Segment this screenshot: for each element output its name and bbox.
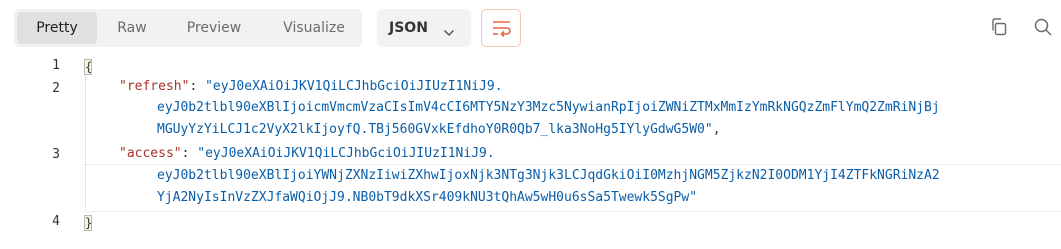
tab-visualize[interactable]: Visualize [268, 12, 360, 44]
refresh-entry: "refresh": "eyJ0eXAiOiJKV1QiLCJhbGciOiJI… [119, 77, 503, 97]
refresh-value-line: MGUyYzYiLCJ1c2VyX2lkIjoyfQ.TBj560GVxkEfd… [157, 120, 721, 140]
access-value-line: eyJ0b2tlbl90eXBlIjoiYWNjZXNzIiwiZXhwIjox… [157, 168, 940, 183]
open-brace: { [84, 59, 93, 75]
refresh-colon: : [189, 79, 206, 94]
tab-preview[interactable]: Preview [168, 12, 260, 44]
access-value-line: YjA2NyIsInVzZXJfaWQiOjJ9.NB0bT9dkXSr409k… [157, 190, 698, 205]
tab-raw[interactable]: Raw [104, 12, 160, 44]
refresh-value-end: MGUyYzYiLCJ1c2VyX2lkIjoyfQ.TBj560GVxkEfd… [157, 122, 713, 137]
search-button[interactable] [1029, 13, 1057, 41]
refresh-key: "refresh" [119, 79, 190, 94]
access-colon: : [181, 146, 198, 161]
refresh-value-line: "eyJ0eXAiOiJKV1QiLCJhbGciOiJIUzI1NiJ9. [205, 79, 503, 94]
indent-guide [85, 76, 86, 212]
view-mode-tabs: Pretty Raw Preview Visualize [14, 9, 362, 47]
line-number: 3 [52, 147, 60, 162]
tab-pretty[interactable]: Pretty [17, 12, 97, 44]
chevron-down-icon [443, 23, 455, 37]
refresh-value-line: eyJ0b2tlbl90eXBlIjoicmVmcmVzaCIsImV4cCI6… [157, 100, 940, 115]
current-line-highlight-bottom [84, 211, 1061, 212]
access-key: "access" [119, 146, 182, 161]
close-brace: } [84, 215, 93, 231]
format-select[interactable]: JSON [377, 9, 471, 47]
line-number: 4 [52, 214, 60, 229]
line-number: 1 [52, 58, 60, 73]
response-toolbar: Pretty Raw Preview Visualize JSON [0, 0, 1061, 56]
json-viewer[interactable]: 1 2 3 4 { "refresh": "eyJ0eXAiOiJKV1QiLC… [0, 56, 1061, 249]
copy-button[interactable] [985, 13, 1013, 41]
wrap-lines-button[interactable] [481, 9, 521, 47]
line-number: 2 [52, 81, 60, 96]
current-line-highlight-top [84, 164, 1061, 165]
access-entry: "access": "eyJ0eXAiOiJKV1QiLCJhbGciOiJIU… [119, 144, 495, 164]
format-select-value: JSON [389, 20, 428, 36]
access-value-line: "eyJ0eXAiOiJKV1QiLCJhbGciOiJIUzI1NiJ9. [197, 146, 495, 161]
refresh-trailing-comma: , [712, 122, 721, 137]
